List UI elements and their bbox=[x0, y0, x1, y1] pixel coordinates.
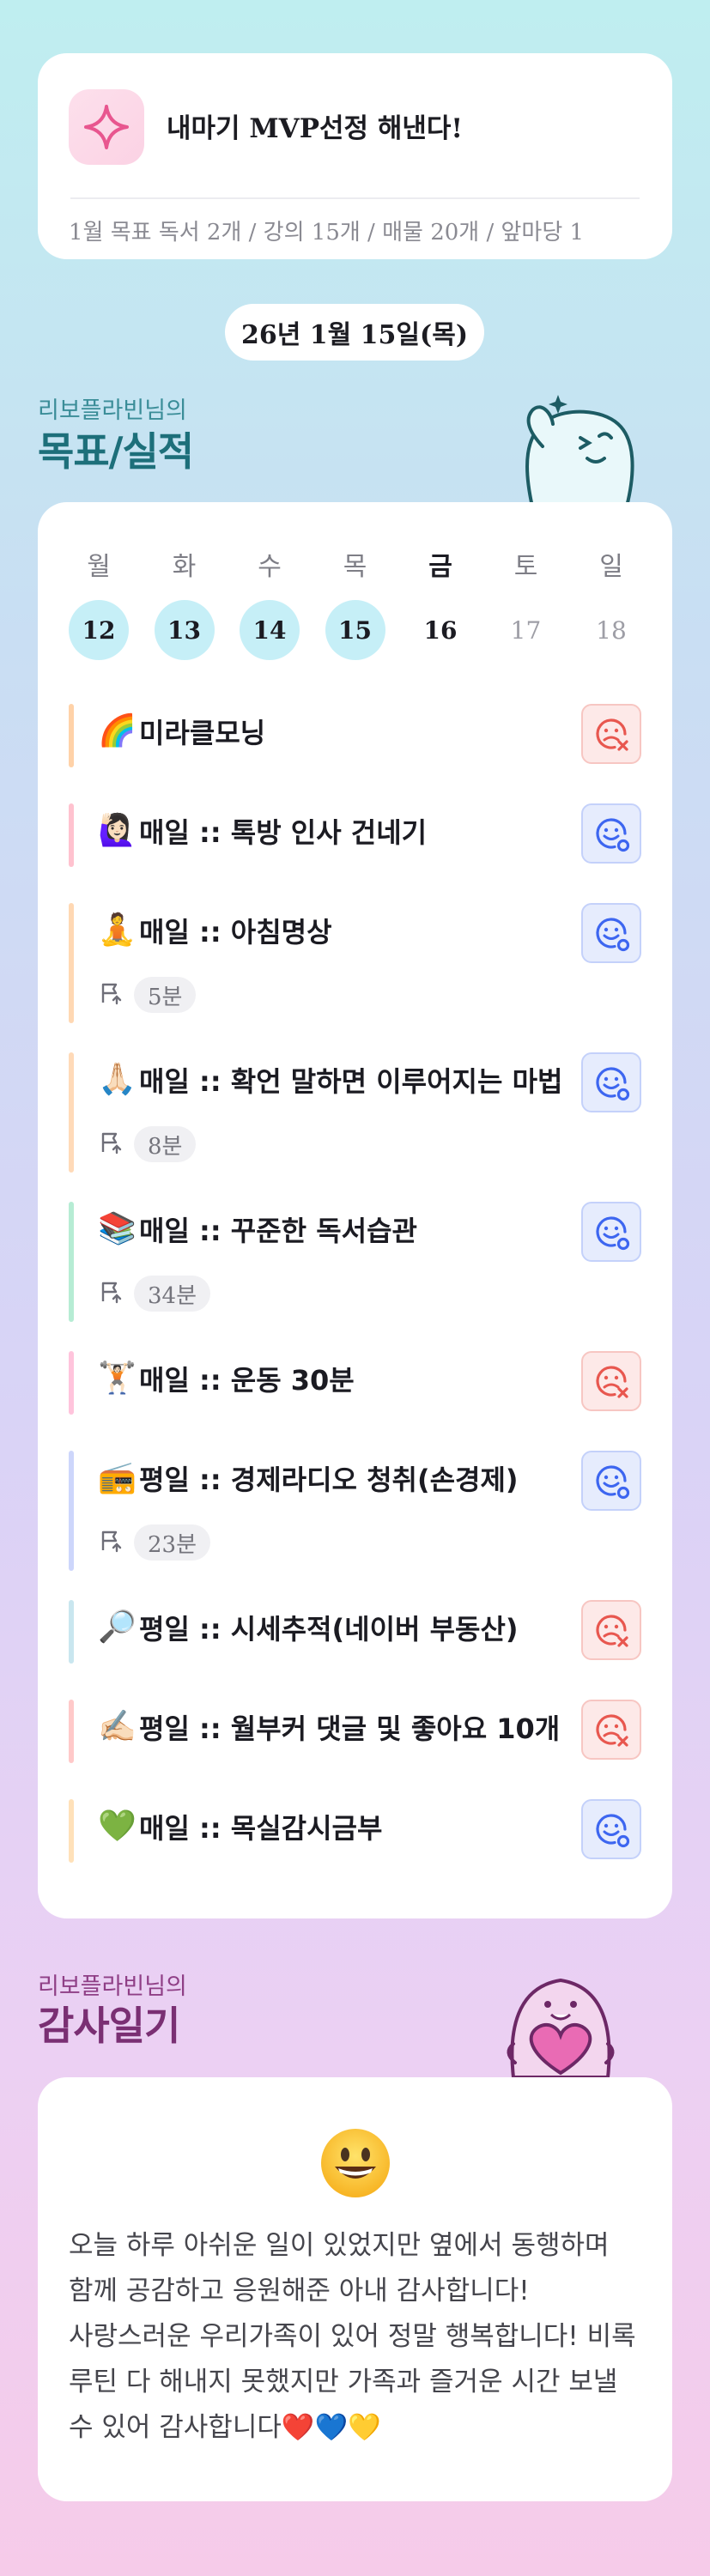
weekday-label: 수 bbox=[258, 552, 282, 582]
habit-emoji: 💚 bbox=[98, 1809, 137, 1844]
habit-title: 매일 :: 운동 30분 bbox=[139, 1364, 355, 1397]
habit-done-status-icon[interactable] bbox=[581, 903, 641, 963]
habit-item[interactable]: 📻 평일 :: 경제라디오 청취(손경제)23분 bbox=[69, 1451, 641, 1571]
habit-title: 매일 :: 목실감시금부 bbox=[139, 1812, 383, 1845]
habit-emoji: 🙏🏻 bbox=[98, 1062, 137, 1097]
week-date-selector: 12 13 14 15 16 17 18 bbox=[69, 600, 641, 660]
goal-subtitle: 1월 목표 독서 2개 / 강의 15개 / 매물 20개 / 앞마당 1 bbox=[69, 220, 585, 245]
habit-duration-row: 34분 bbox=[98, 1276, 211, 1312]
gratitude-text: 오늘 하루 아쉬운 일이 있었지만 옆에서 동행하며 함께 공감하고 응원해준 … bbox=[69, 2230, 636, 2443]
habit-emoji: 🌈 bbox=[98, 713, 137, 749]
habit-emoji: 📻 bbox=[98, 1460, 137, 1495]
habit-item[interactable]: 🔎 평일 :: 시세추적(네이버 부동산) bbox=[69, 1600, 641, 1664]
habit-item[interactable]: 🏋🏻 매일 :: 운동 30분 bbox=[69, 1351, 641, 1415]
habit-color-bar bbox=[69, 903, 74, 1023]
habit-color-bar bbox=[69, 1202, 74, 1322]
habit-emoji: 🔎 bbox=[98, 1609, 137, 1645]
habit-emoji: 📚 bbox=[98, 1211, 137, 1246]
habit-fail-status-icon[interactable] bbox=[581, 1600, 641, 1660]
habit-done-status-icon[interactable] bbox=[581, 1799, 641, 1859]
flag-icon bbox=[98, 1279, 124, 1308]
habit-duration-row: 23분 bbox=[98, 1524, 211, 1561]
weekday-label: 금 bbox=[428, 552, 452, 582]
habit-fail-status-icon[interactable] bbox=[581, 1700, 641, 1760]
habit-color-bar bbox=[69, 1700, 74, 1763]
habit-title: 매일 :: 꾸준한 독서습관 bbox=[139, 1215, 417, 1247]
flag-icon bbox=[98, 1130, 124, 1159]
habit-emoji: 🙋🏻‍♀️ bbox=[98, 813, 137, 848]
habit-done-status-icon[interactable] bbox=[581, 1451, 641, 1511]
divider bbox=[70, 197, 640, 199]
date-chip[interactable]: 17 bbox=[496, 600, 556, 660]
waving-mascot-icon bbox=[498, 386, 644, 510]
habit-fail-status-icon[interactable] bbox=[581, 1351, 641, 1411]
date-chip[interactable]: 15 bbox=[325, 600, 385, 660]
flag-icon bbox=[98, 1528, 124, 1557]
habit-duration: 23분 bbox=[134, 1524, 211, 1561]
date-chip[interactable]: 12 bbox=[69, 600, 129, 660]
habit-fail-status-icon[interactable] bbox=[581, 704, 641, 764]
flag-icon bbox=[98, 980, 124, 1009]
weekday-label: 월 bbox=[87, 552, 111, 582]
habit-item[interactable]: 🙏🏻 매일 :: 확언 말하면 이루어지는 마법8분 bbox=[69, 1052, 641, 1173]
date-chip[interactable]: 18 bbox=[581, 600, 641, 660]
habit-color-bar bbox=[69, 1052, 74, 1173]
habit-title: 매일 :: 아침명상 bbox=[139, 916, 332, 949]
habit-emoji: ✍🏻 bbox=[98, 1709, 137, 1744]
habit-duration-row: 8분 bbox=[98, 1126, 197, 1162]
heart-mascot-icon bbox=[496, 1961, 625, 2081]
habit-item[interactable]: 💚 매일 :: 목실감시금부 bbox=[69, 1799, 641, 1863]
weekday-label: 일 bbox=[599, 552, 623, 582]
habit-title: 평일 :: 경제라디오 청취(손경제) bbox=[139, 1464, 519, 1496]
habit-emoji: 🏋🏻 bbox=[98, 1361, 137, 1396]
goals-section-title: 목표/실적 bbox=[38, 428, 194, 475]
habit-item[interactable]: ✍🏻 평일 :: 월부커 댓글 및 좋아요 10개 bbox=[69, 1700, 641, 1763]
habit-title: 매일 :: 톡방 인사 건네기 bbox=[139, 816, 428, 849]
habit-item[interactable]: 🧘 매일 :: 아침명상5분 bbox=[69, 903, 641, 1023]
habit-color-bar bbox=[69, 1600, 74, 1664]
date-selector[interactable]: 26년 1월 15일(목) bbox=[225, 304, 484, 361]
habit-title: 평일 :: 월부커 댓글 및 좋아요 10개 bbox=[139, 1712, 561, 1745]
habit-color-bar bbox=[69, 1451, 74, 1571]
habit-title: 미라클모닝 bbox=[139, 717, 266, 749]
weekday-header: 월화수목금토일 bbox=[69, 545, 641, 583]
monthly-goal-card[interactable]: 내마기 MVP선정 해낸다! 1월 목표 독서 2개 / 강의 15개 / 매물… bbox=[38, 53, 672, 259]
habit-color-bar bbox=[69, 1799, 74, 1863]
habit-duration: 8분 bbox=[134, 1126, 197, 1162]
thanks-section-title: 감사일기 bbox=[38, 2003, 180, 2049]
grinning-face-icon bbox=[319, 2127, 391, 2203]
habit-item[interactable]: 🌈 미라클모닝 bbox=[69, 704, 641, 767]
habit-duration: 5분 bbox=[134, 977, 197, 1013]
weekday-label: 목 bbox=[343, 552, 367, 582]
habit-color-bar bbox=[69, 704, 74, 767]
date-chip[interactable]: 13 bbox=[154, 600, 215, 660]
sparkle-icon bbox=[69, 89, 144, 165]
weekday-label: 화 bbox=[172, 552, 197, 582]
goal-title: 내마기 MVP선정 해낸다! bbox=[167, 113, 464, 144]
gratitude-journal-card[interactable]: 오늘 하루 아쉬운 일이 있었지만 옆에서 동행하며 함께 공감하고 응원해준 … bbox=[38, 2077, 672, 2501]
weekday-label: 토 bbox=[513, 552, 538, 582]
habit-color-bar bbox=[69, 1351, 74, 1415]
habit-item[interactable]: 🙋🏻‍♀️ 매일 :: 톡방 인사 건네기 bbox=[69, 803, 641, 867]
date-chip[interactable]: 16 bbox=[410, 600, 470, 660]
habit-done-status-icon[interactable] bbox=[581, 803, 641, 864]
habit-done-status-icon[interactable] bbox=[581, 1202, 641, 1262]
habit-item[interactable]: 📚 매일 :: 꾸준한 독서습관34분 bbox=[69, 1202, 641, 1322]
habit-done-status-icon[interactable] bbox=[581, 1052, 641, 1112]
habit-duration: 34분 bbox=[134, 1276, 211, 1312]
habit-duration-row: 5분 bbox=[98, 977, 197, 1013]
date-chip[interactable]: 14 bbox=[240, 600, 300, 660]
habit-color-bar bbox=[69, 803, 74, 867]
goals-card: 월화수목금토일 12 13 14 15 16 17 18 🌈 미라클모닝 🙋🏻‍♀️ 매일 :: … bbox=[38, 502, 672, 1918]
habit-title: 매일 :: 확언 말하면 이루어지는 마법 bbox=[139, 1065, 563, 1098]
habit-emoji: 🧘 bbox=[98, 912, 137, 948]
habit-title: 평일 :: 시세추적(네이버 부동산) bbox=[139, 1613, 519, 1646]
